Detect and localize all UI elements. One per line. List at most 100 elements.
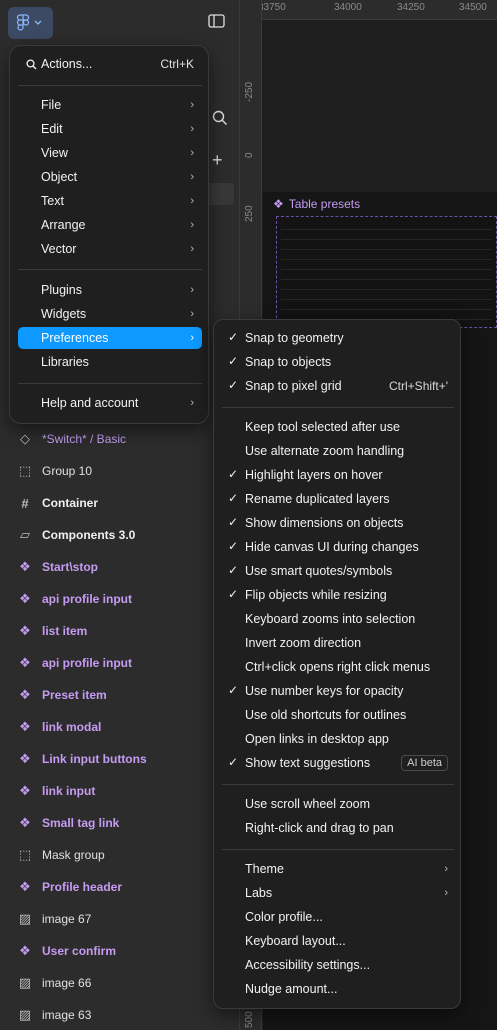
layer-name: Small tag link [42,816,120,830]
layer-row[interactable]: ❖ link modal [0,711,240,743]
pref-item-show-dimensions-on-objects[interactable]: ✓ Show dimensions on objects [222,512,454,534]
menu-item-help-and-account[interactable]: Help and account › [18,392,202,414]
menu-divider [222,784,454,785]
image-icon: ▨ [18,911,32,926]
layer-name: link input [42,784,96,798]
pref-item-use-old-shortcuts-for-outlines[interactable]: Use old shortcuts for outlines [222,704,454,726]
pref-item-keyboard-zooms-into-selection[interactable]: Keyboard zooms into selection [222,608,454,630]
layer-row[interactable]: ◇ *Switch* / Basic [0,423,240,455]
menu-item-label: Object [41,170,78,184]
pref-item-theme[interactable]: Theme › [222,858,454,880]
component-icon: ❖ [19,687,31,702]
table-preset-row [281,289,492,290]
sidebar-toggle-icon[interactable] [208,14,225,31]
layer-name: Group 10 [42,464,93,478]
menu-item-file[interactable]: File › [18,94,202,116]
layer-row[interactable]: ❖ Small tag link [0,807,240,839]
pref-item-nudge-amount[interactable]: Nudge amount... [222,978,454,1000]
pref-item-flip-objects-while-resizing[interactable]: ✓ Flip objects while resizing [222,584,454,606]
layer-name: api profile input [42,656,132,670]
menu-item-preferences[interactable]: Preferences › [18,327,202,349]
layer-row[interactable]: ❖ list item [0,615,240,647]
layer-row[interactable]: ❖ User confirm [0,935,240,967]
pref-item-accessibility-settings[interactable]: Accessibility settings... [222,954,454,976]
pref-item-hide-canvas-ui-during-changes[interactable]: ✓ Hide canvas UI during changes [222,536,454,558]
menu-item-plugins[interactable]: Plugins › [18,279,202,301]
pref-item-color-profile[interactable]: Color profile... [222,906,454,928]
layer-row[interactable]: ❖ Start\stop [0,551,240,583]
add-page-icon[interactable]: + [212,150,223,171]
group-dashed-icon: ⬚ [18,463,32,478]
layer-row[interactable]: ❖ link input [0,775,240,807]
section-icon: ▱ [20,527,30,542]
pref-item-snap-to-objects[interactable]: ✓ Snap to objects [222,351,454,373]
menu-item-arrange[interactable]: Arrange › [18,214,202,236]
frame-title[interactable]: ❖ Table presets [273,197,360,211]
layer-row[interactable]: ▨ image 67 [0,903,240,935]
layer-row[interactable]: ▨ image 63 [0,999,240,1030]
checkmark-icon: ✓ [228,467,239,481]
layer-name: Preset item [42,688,107,702]
pref-item-highlight-layers-on-hover[interactable]: ✓ Highlight layers on hover [222,464,454,486]
image-icon: ▨ [18,1007,32,1022]
menu-item-widgets[interactable]: Widgets › [18,303,202,325]
figma-logo-icon [16,14,30,31]
table-preset-row [281,249,492,250]
layer-row[interactable]: ❖ api profile input [0,583,240,615]
layer-row[interactable]: ▱ Components 3.0 [0,519,240,551]
pref-item-snap-to-pixel-grid[interactable]: ✓ Snap to pixel grid Ctrl+Shift+' [222,375,454,397]
menu-item-edit[interactable]: Edit › [18,118,202,140]
pref-item-use-alternate-zoom-handling[interactable]: Use alternate zoom handling [222,440,454,462]
chevron-right-icon: › [190,284,194,296]
pref-item-invert-zoom-direction[interactable]: Invert zoom direction [222,632,454,654]
layer-row[interactable]: ❖ Profile header [0,871,240,903]
table-preset-row [281,299,492,300]
pref-item-label: Accessibility settings... [245,958,371,972]
layer-row[interactable]: ⬚ Group 10 [0,455,240,487]
layer-row[interactable]: # Container [0,487,240,519]
pref-item-label: Use smart quotes/symbols [245,564,393,578]
menu-item-view[interactable]: View › [18,142,202,164]
pref-item-label: Show text suggestions [245,756,371,770]
group-dashed-icon: ⬚ [18,847,32,862]
ruler-tick: 500 [244,1011,255,1028]
menu-item-object[interactable]: Object › [18,166,202,188]
pref-item-ctrl-click-opens-right-click-menus[interactable]: Ctrl+click opens right click menus [222,656,454,678]
pref-item-right-click-and-drag-to-pan[interactable]: Right-click and drag to pan [222,817,454,839]
menu-item-vector[interactable]: Vector › [18,238,202,260]
menu-item-text[interactable]: Text › [18,190,202,212]
pref-item-label: Highlight layers on hover [245,468,383,482]
chevron-right-icon: › [190,308,194,320]
pref-item-rename-duplicated-layers[interactable]: ✓ Rename duplicated layers [222,488,454,510]
layer-row[interactable]: ▨ image 66 [0,967,240,999]
pref-item-label: Right-click and drag to pan [245,821,394,835]
layer-row[interactable]: ❖ Link input buttons [0,743,240,775]
main-menu-button[interactable] [8,7,53,39]
search-icon[interactable] [212,110,228,129]
component-icon: ❖ [19,751,31,766]
pref-item-snap-to-geometry[interactable]: ✓ Snap to geometry [222,327,454,349]
layer-list: ◇ *Switch* / Basic ⬚ Group 10 # Container ▱ Com… [0,423,240,1030]
pref-item-show-text-suggestions[interactable]: ✓ Show text suggestions AI beta [222,752,454,774]
pref-item-keep-tool-selected-after-use[interactable]: Keep tool selected after use [222,416,454,438]
menu-item-label: Preferences [41,331,109,345]
layer-name: *Switch* / Basic [42,432,127,446]
actions-menu-item[interactable]: Actions... Ctrl+K [18,53,202,75]
checkmark-icon: ✓ [228,515,239,529]
menu-item-libraries[interactable]: Libraries [18,351,202,373]
layer-row[interactable]: ❖ api profile input [0,647,240,679]
page-item[interactable] [206,183,234,205]
chevron-right-icon: › [190,123,194,135]
pref-item-use-smart-quotes-symbols[interactable]: ✓ Use smart quotes/symbols [222,560,454,582]
pref-item-open-links-in-desktop-app[interactable]: Open links in desktop app [222,728,454,750]
table-preset-row [281,279,492,280]
table-preset-frame[interactable] [276,216,497,328]
pref-item-keyboard-layout[interactable]: Keyboard layout... [222,930,454,952]
pref-item-label: Use number keys for opacity [245,684,404,698]
layer-row[interactable]: ⬚ Mask group [0,839,240,871]
menu-divider [222,407,454,408]
pref-item-use-scroll-wheel-zoom[interactable]: Use scroll wheel zoom [222,793,454,815]
pref-item-use-number-keys-for-opacity[interactable]: ✓ Use number keys for opacity [222,680,454,702]
pref-item-labs[interactable]: Labs › [222,882,454,904]
layer-row[interactable]: ❖ Preset item [0,679,240,711]
